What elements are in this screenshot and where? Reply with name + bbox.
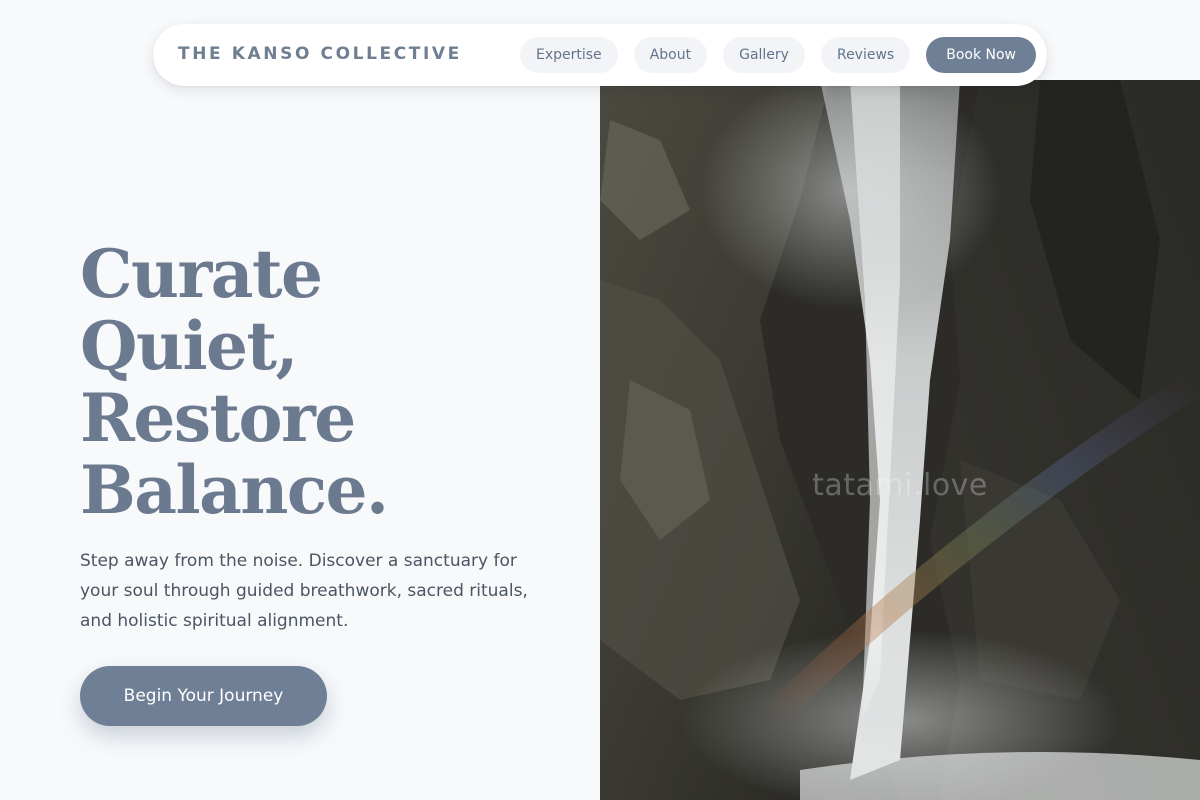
- nav-link-about[interactable]: About: [633, 37, 708, 73]
- nav-link-reviews[interactable]: Reviews: [820, 37, 911, 73]
- headline-line-3: Restore: [80, 379, 356, 457]
- top-nav-bar: THE KANSO COLLECTIVE Expertise About Gal…: [153, 24, 1047, 86]
- headline-line-4: Balance.: [80, 451, 389, 529]
- image-watermark: tatami.love: [812, 468, 988, 503]
- nav-link-gallery[interactable]: Gallery: [723, 37, 805, 73]
- nav-links: Expertise About Gallery Reviews Book Now: [520, 37, 1036, 73]
- nav-link-expertise[interactable]: Expertise: [520, 37, 618, 73]
- waterfall-illustration: [600, 80, 1200, 800]
- brand-logo-text[interactable]: THE KANSO COLLECTIVE: [178, 44, 462, 64]
- book-now-button[interactable]: Book Now: [926, 37, 1036, 73]
- headline-line-2: Quiet,: [80, 307, 299, 385]
- hero-subcopy: Step away from the noise. Discover a san…: [80, 551, 528, 631]
- begin-journey-button[interactable]: Begin Your Journey: [80, 666, 327, 726]
- hero-headline: Curate Quiet, Restore Balance.: [80, 238, 580, 526]
- headline-line-1: Curate: [80, 235, 323, 313]
- hero-waterfall-image: tatami.love: [600, 80, 1200, 800]
